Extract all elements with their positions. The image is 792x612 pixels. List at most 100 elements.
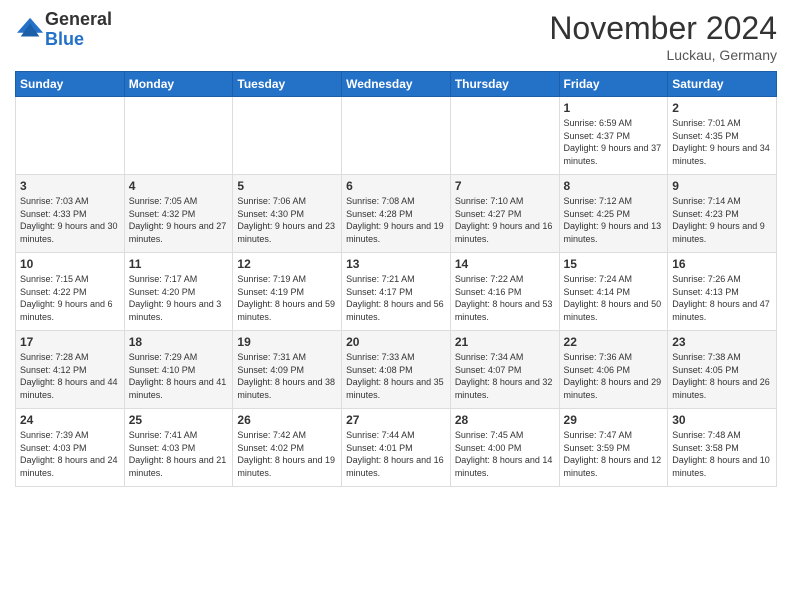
weekday-header: Thursday <box>450 72 559 97</box>
weekday-header: Friday <box>559 72 668 97</box>
day-info: Sunrise: 7:47 AMSunset: 3:59 PMDaylight:… <box>564 429 664 479</box>
day-number: 4 <box>129 179 229 193</box>
weekday-header: Saturday <box>668 72 777 97</box>
day-number: 28 <box>455 413 555 427</box>
day-number: 15 <box>564 257 664 271</box>
day-info: Sunrise: 7:08 AMSunset: 4:28 PMDaylight:… <box>346 195 446 245</box>
day-number: 27 <box>346 413 446 427</box>
day-number: 10 <box>20 257 120 271</box>
day-number: 5 <box>237 179 337 193</box>
day-number: 30 <box>672 413 772 427</box>
calendar-cell: 20Sunrise: 7:33 AMSunset: 4:08 PMDayligh… <box>342 331 451 409</box>
day-info: Sunrise: 7:29 AMSunset: 4:10 PMDaylight:… <box>129 351 229 401</box>
weekday-header-row: SundayMondayTuesdayWednesdayThursdayFrid… <box>16 72 777 97</box>
calendar-cell: 9 Sunrise: 7:14 AMSunset: 4:23 PMDaylight… <box>668 175 777 253</box>
logo: General Blue <box>15 10 112 50</box>
day-info: Sunrise: 7:19 AMSunset: 4:19 PMDaylight:… <box>237 273 337 323</box>
day-number: 13 <box>346 257 446 271</box>
calendar-cell: 2 Sunrise: 7:01 AMSunset: 4:35 PMDaylight… <box>668 97 777 175</box>
calendar-week-row: 10Sunrise: 7:15 AMSunset: 4:22 PMDayligh… <box>16 253 777 331</box>
calendar-cell: 5Sunrise: 7:06 AMSunset: 4:30 PMDaylight… <box>233 175 342 253</box>
calendar-cell: 27 Sunrise: 7:44 AMSunset: 4:01 PMDayligh… <box>342 409 451 487</box>
day-info: Sunrise: 7:34 AMSunset: 4:07 PMDaylight:… <box>455 351 555 401</box>
calendar-cell: 4 Sunrise: 7:05 AMSunset: 4:32 PMDaylight… <box>124 175 233 253</box>
day-info: Sunrise: 7:38 AMSunset: 4:05 PMDaylight:… <box>672 351 772 401</box>
calendar-cell: 3 Sunrise: 7:03 AMSunset: 4:33 PMDaylight… <box>16 175 125 253</box>
day-info: Sunrise: 7:26 AMSunset: 4:13 PMDaylight:… <box>672 273 772 323</box>
calendar-cell <box>16 97 125 175</box>
logo-text: General Blue <box>45 10 112 50</box>
location: Luckau, Germany <box>549 47 777 63</box>
calendar-cell: 18 Sunrise: 7:29 AMSunset: 4:10 PMDayligh… <box>124 331 233 409</box>
day-info: Sunrise: 7:44 AMSunset: 4:01 PMDaylight:… <box>346 429 446 479</box>
day-number: 21 <box>455 335 555 349</box>
calendar-cell: 11 Sunrise: 7:17 AMSunset: 4:20 PMDayligh… <box>124 253 233 331</box>
day-info: Sunrise: 7:10 AMSunset: 4:27 PMDaylight:… <box>455 195 555 245</box>
calendar-cell: 6 Sunrise: 7:08 AMSunset: 4:28 PMDaylight… <box>342 175 451 253</box>
day-number: 19 <box>237 335 337 349</box>
calendar-week-row: 1 Sunrise: 6:59 AMSunset: 4:37 PMDaylight… <box>16 97 777 175</box>
day-number: 16 <box>672 257 772 271</box>
day-info: Sunrise: 7:42 AMSunset: 4:02 PMDaylight:… <box>237 429 337 479</box>
day-number: 1 <box>564 101 664 115</box>
title-block: November 2024 Luckau, Germany <box>549 10 777 63</box>
page: General Blue November 2024 Luckau, Germa… <box>0 0 792 612</box>
calendar-cell: 28 Sunrise: 7:45 AMSunset: 4:00 PMDayligh… <box>450 409 559 487</box>
day-info: Sunrise: 7:36 AMSunset: 4:06 PMDaylight:… <box>564 351 664 401</box>
day-number: 23 <box>672 335 772 349</box>
day-info: Sunrise: 7:21 AMSunset: 4:17 PMDaylight:… <box>346 273 446 323</box>
day-number: 2 <box>672 101 772 115</box>
day-info: Sunrise: 7:05 AMSunset: 4:32 PMDaylight:… <box>129 195 229 245</box>
day-info: Sunrise: 7:14 AMSunset: 4:23 PMDaylight:… <box>672 195 772 245</box>
calendar-cell: 12 Sunrise: 7:19 AMSunset: 4:19 PMDayligh… <box>233 253 342 331</box>
day-info: Sunrise: 7:45 AMSunset: 4:00 PMDaylight:… <box>455 429 555 479</box>
day-info: Sunrise: 7:22 AMSunset: 4:16 PMDaylight:… <box>455 273 555 323</box>
day-number: 18 <box>129 335 229 349</box>
calendar-cell: 29 Sunrise: 7:47 AMSunset: 3:59 PMDayligh… <box>559 409 668 487</box>
day-info: Sunrise: 7:28 AMSunset: 4:12 PMDaylight:… <box>20 351 120 401</box>
calendar-table: SundayMondayTuesdayWednesdayThursdayFrid… <box>15 71 777 487</box>
calendar-cell: 1 Sunrise: 6:59 AMSunset: 4:37 PMDaylight… <box>559 97 668 175</box>
logo-general: General <box>45 9 112 29</box>
calendar-cell: 22 Sunrise: 7:36 AMSunset: 4:06 PMDayligh… <box>559 331 668 409</box>
calendar-cell: 23 Sunrise: 7:38 AMSunset: 4:05 PMDayligh… <box>668 331 777 409</box>
calendar-week-row: 24 Sunrise: 7:39 AMSunset: 4:03 PMDayligh… <box>16 409 777 487</box>
month-title: November 2024 <box>549 10 777 47</box>
day-number: 24 <box>20 413 120 427</box>
day-number: 9 <box>672 179 772 193</box>
day-number: 22 <box>564 335 664 349</box>
day-number: 14 <box>455 257 555 271</box>
calendar-cell: 16 Sunrise: 7:26 AMSunset: 4:13 PMDayligh… <box>668 253 777 331</box>
calendar-cell: 19 Sunrise: 7:31 AMSunset: 4:09 PMDayligh… <box>233 331 342 409</box>
calendar-cell <box>450 97 559 175</box>
calendar-cell: 13 Sunrise: 7:21 AMSunset: 4:17 PMDayligh… <box>342 253 451 331</box>
calendar-cell: 14 Sunrise: 7:22 AMSunset: 4:16 PMDayligh… <box>450 253 559 331</box>
day-info: Sunrise: 7:03 AMSunset: 4:33 PMDaylight:… <box>20 195 120 245</box>
day-info: Sunrise: 7:17 AMSunset: 4:20 PMDaylight:… <box>129 273 229 323</box>
day-info: Sunrise: 7:39 AMSunset: 4:03 PMDaylight:… <box>20 429 120 479</box>
day-number: 3 <box>20 179 120 193</box>
calendar-cell: 10Sunrise: 7:15 AMSunset: 4:22 PMDayligh… <box>16 253 125 331</box>
day-info: Sunrise: 7:01 AMSunset: 4:35 PMDaylight:… <box>672 117 772 167</box>
calendar-cell: 8Sunrise: 7:12 AMSunset: 4:25 PMDaylight… <box>559 175 668 253</box>
calendar-cell: 24 Sunrise: 7:39 AMSunset: 4:03 PMDayligh… <box>16 409 125 487</box>
day-number: 6 <box>346 179 446 193</box>
day-number: 11 <box>129 257 229 271</box>
day-info: Sunrise: 6:59 AMSunset: 4:37 PMDaylight:… <box>564 117 664 167</box>
day-number: 25 <box>129 413 229 427</box>
day-info: Sunrise: 7:24 AMSunset: 4:14 PMDaylight:… <box>564 273 664 323</box>
day-number: 20 <box>346 335 446 349</box>
calendar-cell: 21 Sunrise: 7:34 AMSunset: 4:07 PMDayligh… <box>450 331 559 409</box>
calendar-week-row: 17Sunrise: 7:28 AMSunset: 4:12 PMDayligh… <box>16 331 777 409</box>
calendar-cell: 26Sunrise: 7:42 AMSunset: 4:02 PMDayligh… <box>233 409 342 487</box>
weekday-header: Tuesday <box>233 72 342 97</box>
day-number: 29 <box>564 413 664 427</box>
calendar-cell: 30Sunrise: 7:48 AMSunset: 3:58 PMDayligh… <box>668 409 777 487</box>
day-info: Sunrise: 7:31 AMSunset: 4:09 PMDaylight:… <box>237 351 337 401</box>
day-number: 7 <box>455 179 555 193</box>
logo-icon <box>17 16 45 44</box>
header: General Blue November 2024 Luckau, Germa… <box>15 10 777 63</box>
calendar-week-row: 3 Sunrise: 7:03 AMSunset: 4:33 PMDaylight… <box>16 175 777 253</box>
day-info: Sunrise: 7:41 AMSunset: 4:03 PMDaylight:… <box>129 429 229 479</box>
day-number: 12 <box>237 257 337 271</box>
